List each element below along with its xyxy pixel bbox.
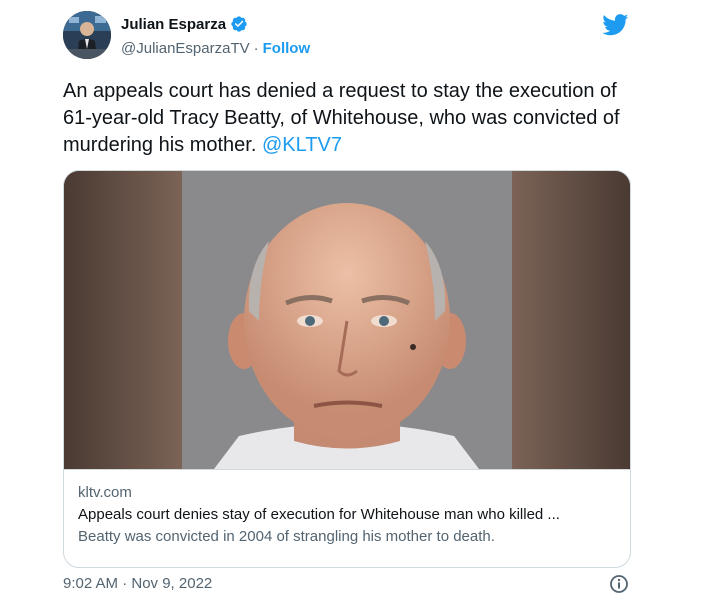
avatar-image [63,11,111,59]
avatar[interactable] [63,11,111,59]
card-image [64,171,630,469]
card-description: Beatty was convicted in 2004 of strangli… [78,528,495,545]
card-meta: kltv.com Appeals court denies stay of ex… [64,469,630,567]
card-title[interactable]: Appeals court denies stay of execution f… [78,505,616,525]
mention-link[interactable]: @KLTV7 [262,134,342,156]
info-icon[interactable] [609,574,629,594]
link-card[interactable]: kltv.com Appeals court denies stay of ex… [63,170,631,568]
author-handle[interactable]: @JulianEsparzaTV [121,40,250,57]
verified-badge-icon [231,16,247,32]
author-name-row: Julian Esparza [121,15,248,33]
follow-button[interactable]: Follow [263,40,311,57]
author-display-name[interactable]: Julian Esparza [121,16,226,33]
separator-dot: · [253,40,259,57]
card-domain: kltv.com [78,484,132,501]
tweet-embed: Julian Esparza @JulianEsparzaTV · Follow… [0,0,702,598]
author-handle-row: @JulianEsparzaTV · Follow [121,40,310,57]
tweet-timestamp[interactable]: 9:02 AM · Nov 9, 2022 [63,575,212,592]
tweet-text: An appeals court has denied a request to… [63,78,643,159]
twitter-bird-icon[interactable] [602,14,629,36]
